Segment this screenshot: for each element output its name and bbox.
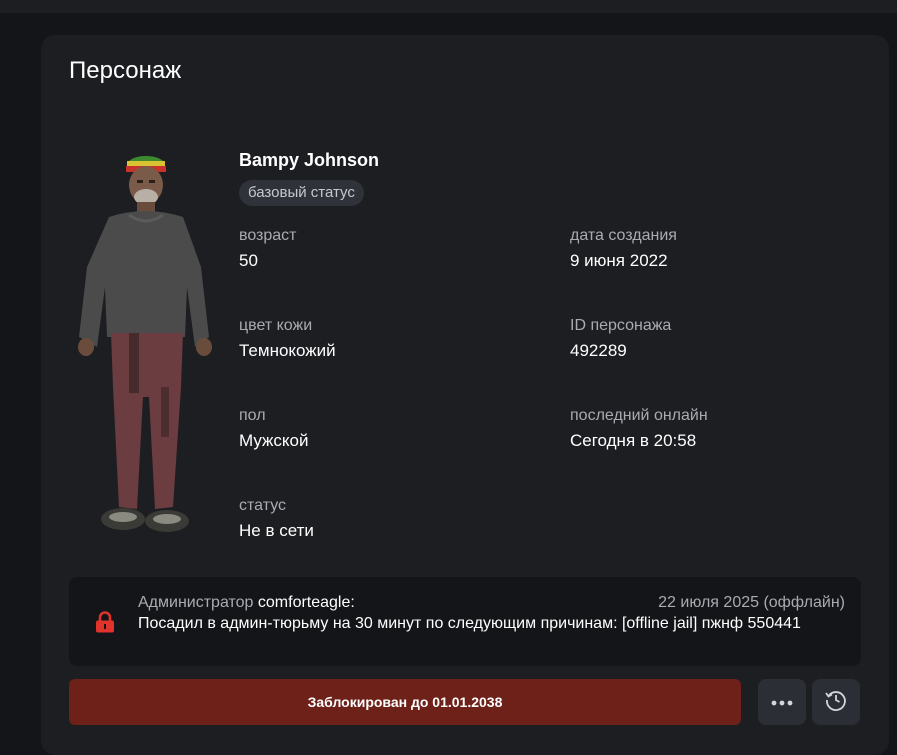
field-label: дата создания [570, 227, 677, 244]
more-button[interactable] [758, 679, 806, 725]
field-last-online: последний онлайн Сегодня в 20:58 [570, 407, 870, 451]
field-value: Сегодня в 20:58 [570, 431, 697, 450]
field-label: цвет кожи [239, 317, 313, 334]
field-value: 50 [239, 251, 258, 270]
field-value: 9 июня 2022 [570, 251, 668, 270]
field-value: Темнокожий [239, 341, 336, 360]
character-skin-image [69, 147, 219, 547]
field-gender: пол Мужской [239, 407, 539, 451]
top-bar [0, 0, 897, 13]
punishment-notice: Администратор comforteagle: 22 июля 2025… [69, 577, 861, 666]
field-label: статус [239, 497, 287, 514]
field-value: 492289 [570, 341, 627, 360]
lock-icon [95, 611, 115, 633]
field-label: пол [239, 407, 266, 424]
status-badge: базовый статус [239, 180, 364, 206]
notice-admin-name: comforteagle: [257, 594, 355, 611]
history-button[interactable] [812, 679, 860, 725]
field-id: ID персонажа 492289 [570, 317, 870, 361]
notice-date: 22 июля 2025 (оффлайн) [658, 594, 845, 611]
notice-author: Администратор comforteagle: [138, 594, 355, 612]
banned-until-button[interactable]: Заблокирован до 01.01.2038 [69, 679, 741, 725]
field-created: дата создания 9 июня 2022 [570, 227, 870, 271]
field-age: возраст 50 [239, 227, 539, 271]
character-card: Персонаж Bampy Johnson базовый статус во… [41, 35, 889, 755]
field-value: Не в сети [239, 521, 314, 540]
field-value: Мужской [239, 431, 309, 450]
character-info: Bampy Johnson базовый статус возраст 50 … [239, 147, 859, 557]
card-title: Персонаж [69, 57, 182, 84]
notice-text: Посадил в админ-тюрьму на 30 минут по сл… [138, 615, 801, 632]
field-label: последний онлайн [570, 407, 708, 424]
character-name: Bampy Johnson [239, 150, 380, 170]
field-label: возраст [239, 227, 297, 244]
more-dots-icon [771, 693, 793, 711]
notice-prefix: Администратор [138, 594, 258, 611]
history-clock-icon [824, 688, 848, 717]
field-skin: цвет кожи Темнокожий [239, 317, 539, 361]
field-status: статус Не в сети [239, 497, 539, 541]
field-label: ID персонажа [570, 317, 672, 334]
